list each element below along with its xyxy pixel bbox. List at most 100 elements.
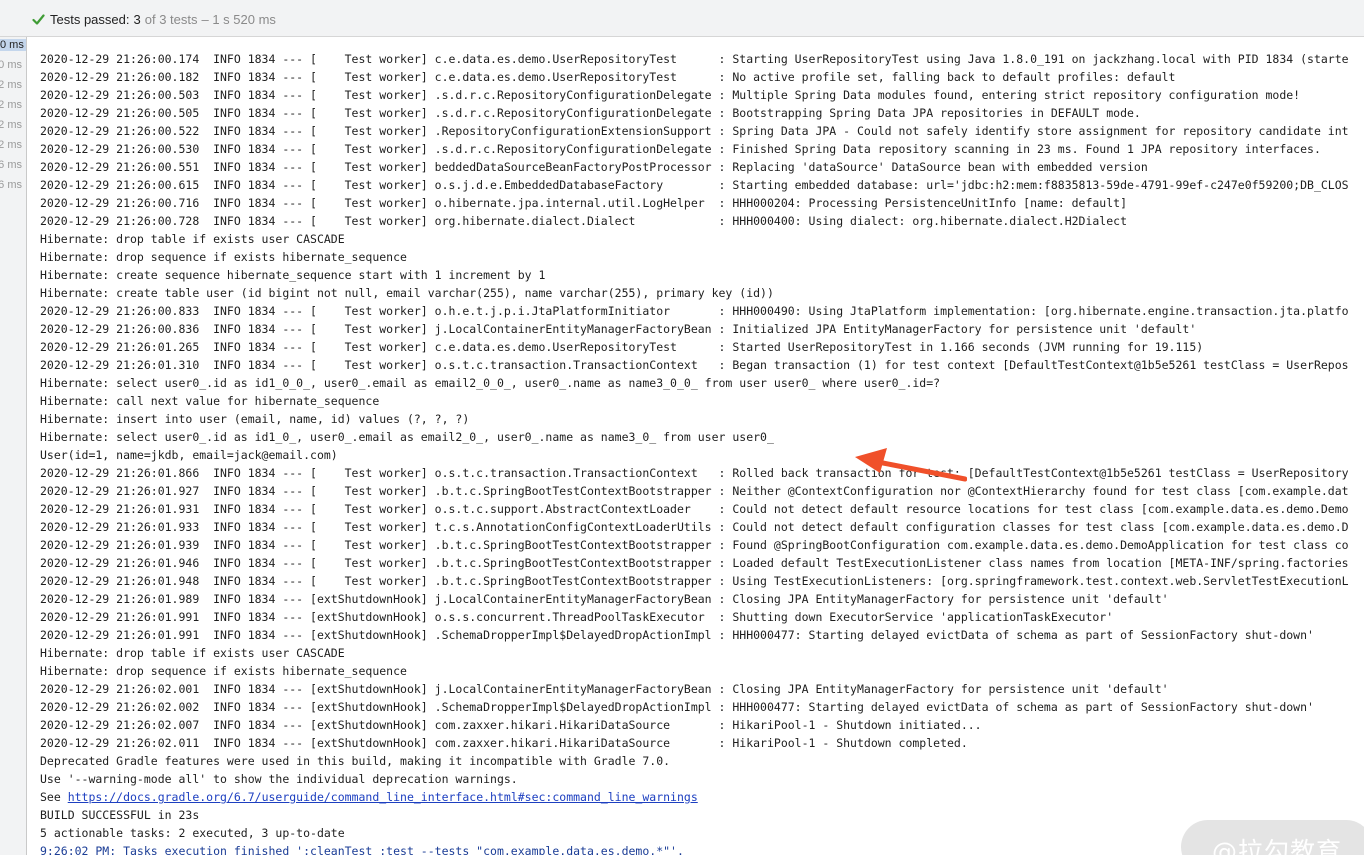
test-duration-item[interactable]: 6 ms [0, 159, 22, 171]
console-line-text: Hibernate: call next value for hibernate… [40, 394, 380, 408]
console-line: 2020-12-29 21:26:00.530 INFO 1834 --- [ … [40, 140, 1349, 158]
console-line-text: 2020-12-29 21:26:01.989 INFO 1834 --- [e… [40, 592, 1169, 606]
console-line-text: 2020-12-29 21:26:00.522 INFO 1834 --- [ … [40, 124, 1349, 138]
console-line-text: 2020-12-29 21:26:00.182 INFO 1834 --- [ … [40, 70, 1176, 84]
tests-duration: – 1 s 520 ms [201, 12, 276, 27]
console-line-text: 2020-12-29 21:26:01.991 INFO 1834 --- [e… [40, 610, 1114, 624]
console-line: 2020-12-29 21:26:01.866 INFO 1834 --- [ … [40, 464, 1349, 482]
console-line: BUILD SUCCESSFUL in 23s [40, 806, 1349, 824]
console-lines: 2020-12-29 21:26:00.174 INFO 1834 --- [ … [40, 50, 1349, 855]
console-line-text: Hibernate: create table user (id bigint … [40, 286, 774, 300]
console-line-text: 2020-12-29 21:26:02.002 INFO 1834 --- [e… [40, 700, 1314, 714]
watermark: @拉勾教育 [1181, 820, 1364, 855]
console-line: 9:26:02 PM: Tasks execution finished ':c… [40, 842, 1349, 855]
console-line-text: 2020-12-29 21:26:00.174 INFO 1834 --- [ … [40, 52, 1349, 66]
console-line-text: 2020-12-29 21:26:00.716 INFO 1834 --- [ … [40, 196, 1128, 210]
console-line: 5 actionable tasks: 2 executed, 3 up-to-… [40, 824, 1349, 842]
test-duration-item[interactable]: 2 ms [0, 139, 22, 151]
console-line-text: 2020-12-29 21:26:00.728 INFO 1834 --- [ … [40, 214, 1128, 228]
console-line-text: Hibernate: drop table if exists user CAS… [40, 232, 345, 246]
console-line-text: Hibernate: drop sequence if exists hiber… [40, 250, 407, 264]
console-line: 2020-12-29 21:26:02.011 INFO 1834 --- [e… [40, 734, 1349, 752]
test-status: Tests passed: 3 of 3 tests – 1 s 520 ms [32, 12, 276, 27]
test-duration-item[interactable]: 0 ms [0, 59, 22, 71]
tests-passed-label: Tests passed: [50, 12, 130, 27]
console-line: Use '--warning-mode all' to show the ind… [40, 770, 1349, 788]
console-line: 2020-12-29 21:26:01.946 INFO 1834 --- [ … [40, 554, 1349, 572]
console-line: 2020-12-29 21:26:00.503 INFO 1834 --- [ … [40, 86, 1349, 104]
console-line: 2020-12-29 21:26:01.310 INFO 1834 --- [ … [40, 356, 1349, 374]
test-tree-durations[interactable]: 0 ms 0 ms 2 ms 2 ms 2 ms 2 ms 6 ms 6 ms [0, 37, 27, 855]
console-line-text: Deprecated Gradle features were used in … [40, 754, 671, 768]
console-line: 2020-12-29 21:26:01.939 INFO 1834 --- [ … [40, 536, 1349, 554]
console-line: 2020-12-29 21:26:00.836 INFO 1834 --- [ … [40, 320, 1349, 338]
gradle-docs-link[interactable]: https://docs.gradle.org/6.7/userguide/co… [68, 790, 698, 804]
console-line-text: 2020-12-29 21:26:00.836 INFO 1834 --- [ … [40, 322, 1197, 336]
console-line: 2020-12-29 21:26:02.002 INFO 1834 --- [e… [40, 698, 1349, 716]
console-line-text: 2020-12-29 21:26:00.833 INFO 1834 --- [ … [40, 304, 1349, 318]
console-line: Hibernate: drop sequence if exists hiber… [40, 662, 1349, 680]
console-line-text: 2020-12-29 21:26:00.503 INFO 1834 --- [ … [40, 88, 1301, 102]
console-line-text: 2020-12-29 21:26:01.933 INFO 1834 --- [ … [40, 520, 1349, 534]
check-icon [32, 14, 45, 25]
console-line: 2020-12-29 21:26:00.833 INFO 1834 --- [ … [40, 302, 1349, 320]
console-line-text: 2020-12-29 21:26:02.011 INFO 1834 --- [e… [40, 736, 968, 750]
test-duration-item[interactable]: 2 ms [0, 99, 22, 111]
console-line-text: 9:26:02 PM: Tasks execution finished ':c… [40, 844, 684, 855]
console-line-text: 2020-12-29 21:26:02.001 INFO 1834 --- [e… [40, 682, 1169, 696]
console-line-text: Hibernate: insert into user (email, name… [40, 412, 470, 426]
console-line: Deprecated Gradle features were used in … [40, 752, 1349, 770]
console-line: Hibernate: create sequence hibernate_seq… [40, 266, 1349, 284]
console-line-text: Use '--warning-mode all' to show the ind… [40, 772, 518, 786]
console-line: 2020-12-29 21:26:00.182 INFO 1834 --- [ … [40, 68, 1349, 86]
console-line: Hibernate: call next value for hibernate… [40, 392, 1349, 410]
console-line: 2020-12-29 21:26:01.933 INFO 1834 --- [ … [40, 518, 1349, 536]
console-line-text: Hibernate: drop table if exists user CAS… [40, 646, 345, 660]
console-line: 2020-12-29 21:26:01.948 INFO 1834 --- [ … [40, 572, 1349, 590]
console-line: 2020-12-29 21:26:00.522 INFO 1834 --- [ … [40, 122, 1349, 140]
console-line: Hibernate: drop table if exists user CAS… [40, 644, 1349, 662]
test-duration-item[interactable]: 0 ms [0, 39, 26, 51]
console-line: 2020-12-29 21:26:02.001 INFO 1834 --- [e… [40, 680, 1349, 698]
console-line-text: 5 actionable tasks: 2 executed, 3 up-to-… [40, 826, 345, 840]
console-line-text: 2020-12-29 21:26:00.530 INFO 1834 --- [ … [40, 142, 1321, 156]
console-line: 2020-12-29 21:26:01.931 INFO 1834 --- [ … [40, 500, 1349, 518]
console-line: Hibernate: drop table if exists user CAS… [40, 230, 1349, 248]
console-line: 2020-12-29 21:26:00.728 INFO 1834 --- [ … [40, 212, 1349, 230]
console-line-text: 2020-12-29 21:26:01.939 INFO 1834 --- [ … [40, 538, 1349, 552]
console-line: 2020-12-29 21:26:00.615 INFO 1834 --- [ … [40, 176, 1349, 194]
console-line: 2020-12-29 21:26:01.927 INFO 1834 --- [ … [40, 482, 1349, 500]
tests-passed-count: 3 [133, 12, 141, 27]
test-status-bar: Tests passed: 3 of 3 tests – 1 s 520 ms [0, 0, 1364, 37]
console-line-text: 2020-12-29 21:26:01.931 INFO 1834 --- [ … [40, 502, 1349, 516]
console-line-text: 2020-12-29 21:26:01.946 INFO 1834 --- [ … [40, 556, 1349, 570]
tests-total: of 3 tests [144, 12, 198, 27]
console-line-text: Hibernate: select user0_.id as id1_0_, u… [40, 430, 774, 444]
test-duration-item[interactable]: 6 ms [0, 179, 22, 191]
test-duration-item[interactable]: 2 ms [0, 79, 22, 91]
console-line: 2020-12-29 21:26:00.174 INFO 1834 --- [ … [40, 50, 1349, 68]
console-line: Hibernate: insert into user (email, name… [40, 410, 1349, 428]
console-line-text: 2020-12-29 21:26:01.991 INFO 1834 --- [e… [40, 628, 1314, 642]
console-line-text: 2020-12-29 21:26:00.551 INFO 1834 --- [ … [40, 160, 1148, 174]
console-line: Hibernate: select user0_.id as id1_0_, u… [40, 428, 1349, 446]
console-line: 2020-12-29 21:26:00.505 INFO 1834 --- [ … [40, 104, 1349, 122]
console-line-text: See [40, 790, 68, 804]
console-line: 2020-12-29 21:26:00.716 INFO 1834 --- [ … [40, 194, 1349, 212]
console-output[interactable]: 2020-12-29 21:26:00.174 INFO 1834 --- [ … [27, 37, 1364, 855]
watermark-text: @拉勾教育 [1211, 837, 1342, 855]
console-line-text: 2020-12-29 21:26:01.948 INFO 1834 --- [ … [40, 574, 1349, 588]
console-line-text: 2020-12-29 21:26:00.505 INFO 1834 --- [ … [40, 106, 1141, 120]
console-line: 2020-12-29 21:26:00.551 INFO 1834 --- [ … [40, 158, 1349, 176]
console-line: Hibernate: create table user (id bigint … [40, 284, 1349, 302]
console-line-text: BUILD SUCCESSFUL in 23s [40, 808, 200, 822]
console-line: Hibernate: drop sequence if exists hiber… [40, 248, 1349, 266]
console-line-text: 2020-12-29 21:26:00.615 INFO 1834 --- [ … [40, 178, 1349, 192]
console-line: 2020-12-29 21:26:01.991 INFO 1834 --- [e… [40, 608, 1349, 626]
console-line-text: 2020-12-29 21:26:01.866 INFO 1834 --- [ … [40, 466, 1349, 480]
console-line-text: Hibernate: select user0_.id as id1_0_0_,… [40, 376, 941, 390]
console-line: User(id=1, name=jkdb, email=jack@email.c… [40, 446, 1349, 464]
test-duration-item[interactable]: 2 ms [0, 119, 22, 131]
console-line: Hibernate: select user0_.id as id1_0_0_,… [40, 374, 1349, 392]
console-line: 2020-12-29 21:26:01.991 INFO 1834 --- [e… [40, 626, 1349, 644]
